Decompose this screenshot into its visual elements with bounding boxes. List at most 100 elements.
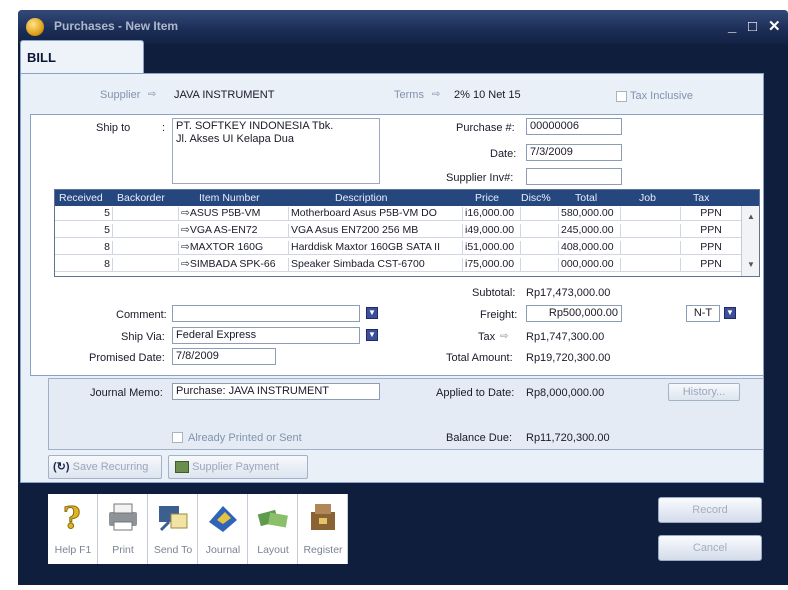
send-to-button[interactable]: Send To: [148, 494, 198, 564]
col-description[interactable]: Description: [335, 192, 388, 204]
item-number-cell[interactable]: ⇨ASUS P5B-VM: [179, 207, 289, 221]
print-label: Print: [112, 544, 134, 556]
item-link-arrow-icon[interactable]: ⇨: [181, 207, 190, 219]
item-link-arrow-icon[interactable]: ⇨: [181, 258, 190, 270]
job-cell[interactable]: [621, 258, 681, 272]
price-cell[interactable]: i75,000.00: [463, 258, 521, 272]
supplier-payment-button[interactable]: Supplier Payment: [168, 455, 308, 479]
backorder-cell[interactable]: [113, 258, 179, 272]
ship-via-dropdown-icon[interactable]: ▼: [366, 329, 378, 341]
date-field[interactable]: 7/3/2009: [526, 144, 622, 161]
item-number-cell[interactable]: ⇨SIMBADA SPK-66: [179, 258, 289, 272]
scroll-down-icon[interactable]: ▼: [747, 260, 755, 269]
save-recurring-button[interactable]: (↻) Save Recurring: [48, 455, 162, 479]
total-cell[interactable]: 245,000.00: [559, 224, 621, 238]
table-row[interactable]: 5 ⇨VGA AS-EN72 VGA Asus EN7200 256 MB i4…: [55, 224, 741, 238]
col-backorder[interactable]: Backorder: [117, 192, 165, 204]
description-cell[interactable]: Motherboard Asus P5B-VM DO: [289, 207, 463, 221]
items-grid: Received Backorder Item Number Descripti…: [54, 189, 760, 277]
received-cell[interactable]: 8: [55, 258, 113, 272]
title-bar[interactable]: Purchases - New Item _ □ ✕: [18, 10, 788, 44]
col-tax[interactable]: Tax: [693, 192, 709, 204]
disc-cell[interactable]: [521, 207, 559, 221]
table-row[interactable]: 5 ⇨ASUS P5B-VM Motherboard Asus P5B-VM D…: [55, 207, 741, 221]
total-cell[interactable]: 000,000.00: [559, 258, 621, 272]
backorder-cell[interactable]: [113, 207, 179, 221]
freight-field[interactable]: Rp500,000.00: [526, 305, 622, 322]
price-cell[interactable]: i49,000.00: [463, 224, 521, 238]
register-button[interactable]: Register: [298, 494, 348, 564]
total-amount-label: Total Amount:: [446, 352, 513, 364]
scroll-up-icon[interactable]: ▲: [747, 212, 755, 221]
minimize-icon[interactable]: _: [728, 19, 736, 35]
disc-cell[interactable]: [521, 224, 559, 238]
tax-cell[interactable]: PPN: [681, 258, 741, 272]
journal-button[interactable]: Journal: [198, 494, 248, 564]
item-link-arrow-icon[interactable]: ⇨: [181, 224, 190, 236]
col-job[interactable]: Job: [639, 192, 656, 204]
tax-cell[interactable]: PPN: [681, 224, 741, 238]
history-button[interactable]: History...: [668, 383, 740, 401]
subtotal-value: Rp17,473,000.00: [526, 287, 611, 299]
subtotal-label: Subtotal:: [472, 287, 516, 299]
ship-to-address[interactable]: PT. SOFTKEY INDONESIA Tbk. Jl. Akses UI …: [172, 118, 380, 184]
promised-date-field[interactable]: 7/8/2009: [172, 348, 276, 365]
backorder-cell[interactable]: [113, 224, 179, 238]
tax-cell[interactable]: PPN: [681, 241, 741, 255]
supplier-inv-field[interactable]: [526, 168, 622, 185]
comment-dropdown-icon[interactable]: ▼: [366, 307, 378, 319]
supplier-payment-label: Supplier Payment: [192, 461, 279, 473]
price-cell[interactable]: i51,000.00: [463, 241, 521, 255]
journal-memo-field[interactable]: Purchase: JAVA INSTRUMENT: [172, 383, 380, 400]
col-price[interactable]: Price: [475, 192, 499, 204]
supplier-value[interactable]: JAVA INSTRUMENT: [174, 89, 274, 101]
received-cell[interactable]: 5: [55, 207, 113, 221]
disc-cell[interactable]: [521, 241, 559, 255]
record-button[interactable]: Record: [658, 497, 762, 523]
item-number-cell[interactable]: ⇨VGA AS-EN72: [179, 224, 289, 238]
col-disc[interactable]: Disc%: [521, 192, 551, 204]
table-row[interactable]: 8 ⇨MAXTOR 160G Harddisk Maxtor 160GB SAT…: [55, 241, 741, 255]
description-cell[interactable]: Speaker Simbada CST-6700: [289, 258, 463, 272]
received-cell[interactable]: 5: [55, 224, 113, 238]
layout-button[interactable]: Layout: [248, 494, 298, 564]
maximize-icon[interactable]: □: [748, 19, 757, 35]
table-row[interactable]: 8 ⇨SIMBADA SPK-66 Speaker Simbada CST-67…: [55, 258, 741, 272]
tax-arrow-icon[interactable]: ⇨: [500, 331, 508, 342]
terms-value[interactable]: 2% 10 Net 15: [454, 89, 521, 101]
tax-inclusive-checkbox[interactable]: [616, 91, 627, 102]
disc-cell[interactable]: [521, 258, 559, 272]
already-printed-checkbox[interactable]: [172, 432, 183, 443]
terms-arrow-icon[interactable]: ⇨: [432, 89, 440, 100]
price-cell[interactable]: i16,000.00: [463, 207, 521, 221]
col-total[interactable]: Total: [575, 192, 597, 204]
item-number-text: SIMBADA SPK-66: [189, 258, 276, 270]
tax-cell[interactable]: PPN: [681, 207, 741, 221]
item-link-arrow-icon[interactable]: ⇨: [181, 241, 190, 253]
description-cell[interactable]: VGA Asus EN7200 256 MB: [289, 224, 463, 238]
freight-tax-dropdown-icon[interactable]: ▼: [724, 307, 736, 319]
print-button[interactable]: Print: [98, 494, 148, 564]
freight-tax-code-field[interactable]: N-T: [686, 305, 720, 322]
help-button[interactable]: ? Help F1: [48, 494, 98, 564]
col-item-number[interactable]: Item Number: [199, 192, 260, 204]
total-cell[interactable]: 580,000.00: [559, 207, 621, 221]
received-cell[interactable]: 8: [55, 241, 113, 255]
close-icon[interactable]: ✕: [768, 19, 781, 35]
cancel-button[interactable]: Cancel: [658, 535, 762, 561]
supplier-arrow-icon[interactable]: ⇨: [148, 89, 156, 100]
description-cell[interactable]: Harddisk Maxtor 160GB SATA II: [289, 241, 463, 255]
job-cell[interactable]: [621, 241, 681, 255]
date-label: Date:: [490, 148, 517, 160]
comment-field[interactable]: [172, 305, 360, 322]
purchase-number-field[interactable]: 00000006: [526, 118, 622, 135]
tab-bill[interactable]: BILL: [20, 40, 144, 74]
col-received[interactable]: Received: [59, 192, 103, 204]
total-cell[interactable]: 408,000.00: [559, 241, 621, 255]
item-number-cell[interactable]: ⇨MAXTOR 160G: [179, 241, 289, 255]
backorder-cell[interactable]: [113, 241, 179, 255]
job-cell[interactable]: [621, 207, 681, 221]
job-cell[interactable]: [621, 224, 681, 238]
ship-via-field[interactable]: Federal Express: [172, 327, 360, 344]
grid-scrollbar[interactable]: ▲ ▼: [741, 206, 759, 276]
